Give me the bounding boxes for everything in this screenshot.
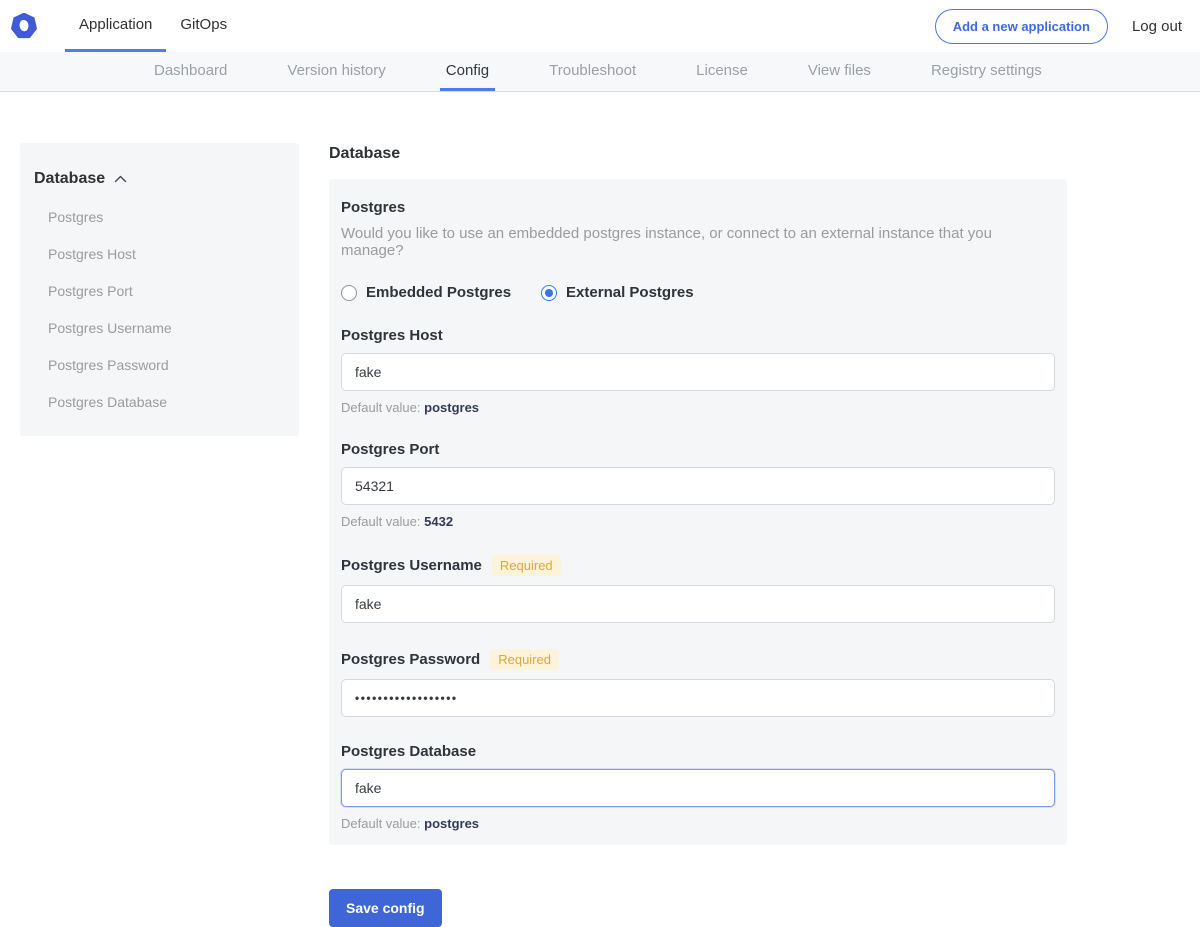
subnav-troubleshoot[interactable]: Troubleshoot — [543, 52, 642, 91]
page-title: Database — [329, 145, 1067, 163]
sidebar-item-postgres-database[interactable]: Postgres Database — [48, 394, 283, 410]
save-config-button[interactable]: Save config — [329, 889, 442, 927]
postgres-username-input[interactable] — [341, 585, 1055, 623]
postgres-password-label: Postgres Password — [341, 651, 480, 668]
sidebar-item-postgres-port[interactable]: Postgres Port — [48, 283, 283, 299]
subnav-dashboard[interactable]: Dashboard — [148, 52, 233, 91]
default-value: postgres — [424, 816, 479, 831]
postgres-host-input[interactable] — [341, 353, 1055, 391]
default-prefix: Default value: — [341, 514, 421, 529]
subnav-view-files[interactable]: View files — [802, 52, 877, 91]
field-postgres-username: Postgres Username Required — [341, 555, 1055, 576]
postgres-port-input[interactable] — [341, 467, 1055, 505]
app-logo[interactable] — [0, 0, 37, 52]
sidebar-item-postgres-host[interactable]: Postgres Host — [48, 246, 283, 262]
app-logo-icon — [11, 13, 37, 39]
tab-application-label: Application — [79, 16, 152, 33]
postgres-radio-group: Embedded Postgres External Postgres — [341, 284, 1055, 301]
field-postgres-password: Postgres Password Required — [341, 649, 1055, 670]
postgres-port-label: Postgres Port — [341, 441, 439, 458]
radio-external-postgres-label: External Postgres — [566, 284, 694, 301]
postgres-database-input[interactable] — [341, 769, 1055, 807]
default-prefix: Default value: — [341, 400, 421, 415]
field-postgres-port: Postgres Port — [341, 441, 1055, 458]
default-value: postgres — [424, 400, 479, 415]
tab-gitops-label: GitOps — [180, 16, 227, 33]
database-config-panel: Postgres Would you like to use an embedd… — [329, 179, 1067, 845]
default-value: 5432 — [424, 514, 453, 529]
field-postgres-database: Postgres Database — [341, 743, 1055, 760]
header-right: Add a new application Log out — [935, 0, 1200, 52]
default-prefix: Default value: — [341, 816, 421, 831]
subnav-config[interactable]: Config — [440, 52, 495, 91]
config-main: Database Postgres Would you like to use … — [329, 143, 1067, 927]
postgres-port-default-hint: Default value: 5432 — [341, 514, 1055, 529]
sidebar-group-database[interactable]: Database — [34, 170, 283, 188]
sidebar-item-postgres-username[interactable]: Postgres Username — [48, 320, 283, 336]
sidebar-item-postgres-password[interactable]: Postgres Password — [48, 357, 283, 373]
radio-selected-icon — [541, 285, 557, 301]
postgres-database-default-hint: Default value: postgres — [341, 816, 1055, 831]
radio-unselected-icon — [341, 285, 357, 301]
tab-gitops[interactable]: GitOps — [166, 0, 241, 52]
postgres-group-help: Would you like to use an embedded postgr… — [341, 225, 1055, 259]
postgres-password-input[interactable] — [341, 679, 1055, 717]
config-sidebar: Database Postgres Postgres Host Postgres… — [20, 143, 299, 436]
radio-external-postgres[interactable]: External Postgres — [541, 284, 694, 301]
field-postgres-host: Postgres Host — [341, 327, 1055, 344]
required-badge: Required — [490, 649, 559, 670]
required-badge: Required — [492, 555, 561, 576]
subnav-version-history[interactable]: Version history — [281, 52, 391, 91]
chevron-up-icon — [114, 175, 127, 183]
postgres-database-label: Postgres Database — [341, 743, 476, 760]
app-subnav: Dashboard Version history Config Trouble… — [0, 52, 1200, 92]
radio-embedded-postgres[interactable]: Embedded Postgres — [341, 284, 511, 301]
postgres-host-label: Postgres Host — [341, 327, 443, 344]
app-tabs: Application GitOps — [65, 0, 241, 52]
subnav-license[interactable]: License — [690, 52, 754, 91]
top-header: Application GitOps Add a new application… — [0, 0, 1200, 52]
content-area: Database Postgres Postgres Host Postgres… — [0, 92, 1200, 927]
sidebar-group-database-label: Database — [34, 170, 105, 188]
postgres-username-label: Postgres Username — [341, 557, 482, 574]
tab-application[interactable]: Application — [65, 0, 166, 52]
logout-link[interactable]: Log out — [1132, 18, 1182, 35]
postgres-host-default-hint: Default value: postgres — [341, 400, 1055, 415]
add-new-application-button[interactable]: Add a new application — [935, 9, 1108, 44]
sidebar-item-postgres[interactable]: Postgres — [48, 209, 283, 225]
postgres-group-label: Postgres — [341, 199, 1055, 216]
radio-embedded-postgres-label: Embedded Postgres — [366, 284, 511, 301]
subnav-registry-settings[interactable]: Registry settings — [925, 52, 1048, 91]
